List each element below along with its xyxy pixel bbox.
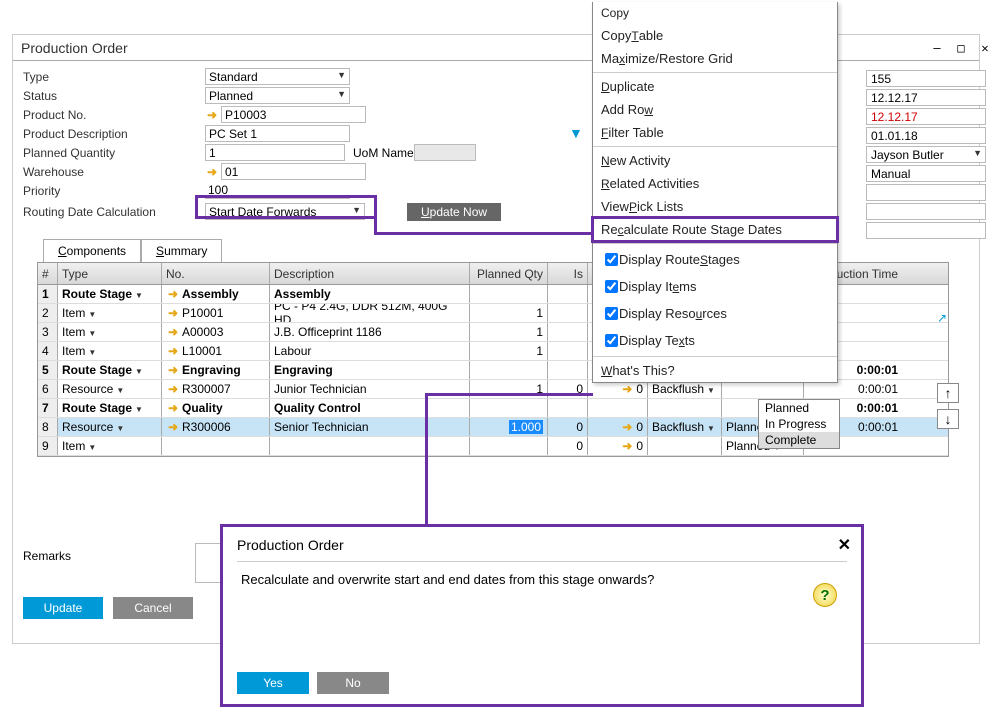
cm-copy[interactable]: Copy <box>593 2 837 24</box>
col-no[interactable]: No. <box>162 263 270 284</box>
cm-view-pick-lists[interactable]: View Pick Lists <box>593 195 837 218</box>
confirm-dialog: ✕ Production Order Recalculate and overw… <box>220 524 864 707</box>
dialog-title: Production Order <box>223 527 861 557</box>
maximize-icon[interactable]: □ <box>952 40 970 56</box>
tab-summary[interactable]: Summary <box>141 239 222 262</box>
r-user[interactable]: Jayson Butler <box>866 146 986 163</box>
link-arrow-icon[interactable]: ➜ <box>166 344 180 358</box>
status-select[interactable]: Planned <box>205 87 350 104</box>
cm-whats-this[interactable]: What's This? <box>593 359 837 382</box>
type-label: Type <box>23 70 205 84</box>
link-arrow-icon[interactable]: ➜ <box>166 420 180 434</box>
wh-label: Warehouse <box>23 165 205 179</box>
update-button[interactable]: Update <box>23 597 103 619</box>
link-arrow-icon[interactable]: ➜ <box>166 401 180 415</box>
link-arrow-icon[interactable]: ➜ <box>620 382 634 396</box>
move-down-button[interactable]: ↓ <box>937 409 959 429</box>
r-blank1[interactable] <box>866 184 986 201</box>
minimize-icon[interactable]: — <box>928 40 946 56</box>
r-date2[interactable]: 12.12.17 <box>866 108 986 125</box>
check-icon[interactable] <box>605 253 618 266</box>
planqty-label: Planned Quantity <box>23 146 205 160</box>
routing-label: Routing Date Calculation <box>23 205 205 219</box>
cm-add-row[interactable]: Add Row <box>593 98 837 121</box>
link-arrow-icon[interactable]: ➜ <box>620 420 634 434</box>
cm-display-stages[interactable]: Display Route Stages <box>593 246 837 273</box>
check-icon[interactable] <box>605 334 618 347</box>
dialog-yes-button[interactable]: Yes <box>237 672 309 694</box>
context-menu: Copy Copy Table Maximize/Restore Grid Du… <box>592 2 838 383</box>
type-select[interactable]: Standard <box>205 68 350 85</box>
prodno-label: Product No. <box>23 108 205 122</box>
link-arrow-icon[interactable]: ➜ <box>166 325 180 339</box>
status-dropdown[interactable]: Planned In Progress Complete <box>758 399 840 449</box>
status-opt-inprogress[interactable]: In Progress <box>759 416 839 432</box>
connector-line <box>425 393 593 396</box>
col-desc[interactable]: Description <box>270 263 470 284</box>
window-title: Production Order <box>21 40 128 56</box>
link-arrow-icon[interactable]: ➜ <box>620 439 634 453</box>
cm-new-activity[interactable]: New Activity <box>593 149 837 172</box>
cm-display-items[interactable]: Display Items <box>593 273 837 300</box>
highlight-routing <box>195 195 377 219</box>
close-icon[interactable]: ✕ <box>976 40 994 56</box>
r-no[interactable]: 155 <box>866 70 986 87</box>
cm-maximize[interactable]: Maximize/Restore Grid <box>593 47 837 70</box>
check-icon[interactable] <box>605 307 618 320</box>
link-arrow-icon[interactable]: ➜ <box>166 363 180 377</box>
prio-label: Priority <box>23 184 205 198</box>
r-blank2[interactable] <box>866 203 986 220</box>
cm-display-texts[interactable]: Display Texts <box>593 327 837 354</box>
planqty-input[interactable]: 1 <box>205 144 345 161</box>
cm-filter[interactable]: ▼Filter Table <box>593 121 837 144</box>
uom-label: UoM Name <box>353 146 414 160</box>
cm-display-resources[interactable]: Display Resources <box>593 300 837 327</box>
prodno-input[interactable]: P10003 <box>221 106 366 123</box>
status-opt-complete[interactable]: Complete <box>759 432 839 448</box>
question-icon: ? <box>813 583 837 607</box>
status-label: Status <box>23 89 205 103</box>
dialog-no-button[interactable]: No <box>317 672 389 694</box>
r-blank3[interactable] <box>866 222 986 239</box>
proddesc-input[interactable]: PC Set 1 <box>205 125 350 142</box>
dialog-text: Recalculate and overwrite start and end … <box>223 572 861 587</box>
link-arrow-icon[interactable]: ➜ <box>166 306 180 320</box>
dialog-close-icon[interactable]: ✕ <box>838 535 851 555</box>
link-arrow-icon[interactable]: ➜ <box>205 165 219 179</box>
remarks-label: Remarks <box>23 549 71 563</box>
update-now-button[interactable]: UUpdate Nowpdate Now <box>407 203 501 221</box>
tab-components[interactable]: Components <box>43 239 141 262</box>
move-up-button[interactable]: ↑ <box>937 383 959 403</box>
link-arrow-icon[interactable]: ➜ <box>166 382 180 396</box>
cancel-button[interactable]: Cancel <box>113 597 193 619</box>
connector-line <box>374 217 377 233</box>
connector-line <box>425 393 428 525</box>
col-type[interactable]: Type <box>58 263 162 284</box>
col-n[interactable]: # <box>38 263 58 284</box>
cm-duplicate[interactable]: Duplicate <box>593 75 837 98</box>
col-is[interactable]: Is <box>548 263 588 284</box>
filter-icon: ▼ <box>569 125 583 141</box>
wh-input[interactable]: 01 <box>221 163 366 180</box>
r-mode[interactable]: Manual <box>866 165 986 182</box>
connector-line <box>374 232 596 235</box>
uom-input <box>414 144 476 161</box>
cm-related-activities[interactable]: Related Activities <box>593 172 837 195</box>
check-icon[interactable] <box>605 280 618 293</box>
link-arrow-icon[interactable]: ➜ <box>205 108 219 122</box>
col-pq[interactable]: Planned Qty <box>470 263 548 284</box>
link-arrow-icon[interactable]: ➜ <box>166 287 180 301</box>
cm-recalculate[interactable]: Recalculate Route Stage Dates <box>593 218 837 241</box>
r-date3[interactable]: 01.01.18 <box>866 127 986 144</box>
r-date1[interactable]: 12.12.17 <box>866 89 986 106</box>
external-link-icon[interactable]: ↗ <box>937 311 947 325</box>
proddesc-label: Product Description <box>23 127 205 141</box>
cm-copy-table[interactable]: Copy Table <box>593 24 837 47</box>
status-opt-planned[interactable]: Planned <box>759 400 839 416</box>
